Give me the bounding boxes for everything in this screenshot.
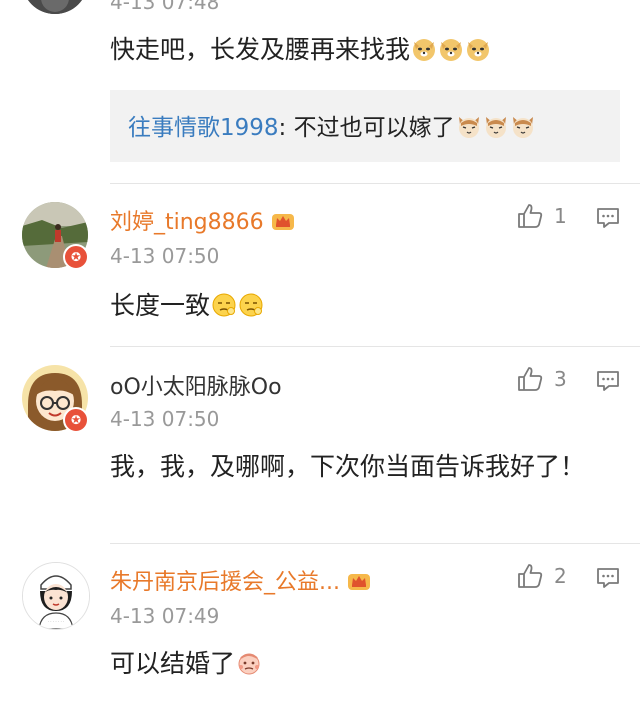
like-button[interactable]: 2 [516,562,567,590]
like-count: 3 [554,367,567,391]
reply-comment-icon[interactable] [596,206,620,230]
username[interactable]: oO小太阳脉脉Oo [110,369,282,401]
doge-emoji-icon [467,39,490,61]
like-button[interactable]: 3 [516,365,567,393]
verified-badge-icon: ✪ [63,244,89,270]
comment-item: ✪ oO小太阳脉脉Oo 4-13 07:50 3 我，我，及哪啊，下次你当面告诉… [0,347,640,544]
like-button[interactable]: 1 [516,202,567,230]
username[interactable]: 刘婷_ting8866 [110,204,296,236]
vip-crown-icon [271,214,294,230]
like-count: 2 [554,564,567,588]
like-count: 1 [554,204,567,228]
bored-emoji-icon [239,293,263,317]
comment-time: 4-13 07:48 [110,0,220,14]
comment-text-content: 长度一致 [110,291,211,320]
cat-emoji-icon [485,117,506,138]
reply-username[interactable]: 往事情歌1998 [128,115,279,141]
comment-text-content: 快走吧，长发及腰再来找我 [110,35,411,64]
thumbs-up-icon [518,564,543,588]
vip-crown-icon [347,574,370,590]
bored-emoji-icon [212,293,236,317]
svg-text:· · · · · · ·: · · · · · · · [48,619,65,624]
comment-text: 可以结婚了 [110,644,610,684]
comment-item: · · · · · · · 朱丹南京后援会_公益... 4-13 07:49 2… [0,544,640,702]
comment-time: 4-13 07:50 [110,407,220,431]
comment-item: ✪ 刘婷_ting8866 4-13 07:50 1 长度一致 [0,184,640,346]
comment-text: 快走吧，长发及腰再来找我 [110,30,610,70]
reply-comment-icon[interactable] [596,369,620,393]
thumbs-up-icon [518,204,543,228]
verified-badge-icon: ✪ [63,407,89,433]
username[interactable]: 朱丹南京后援会_公益... [110,564,372,596]
comment-text: 长度一致 [110,286,610,326]
comment-text-content: 可以结婚了 [110,649,236,678]
username-text[interactable]: 朱丹南京后援会_公益... [110,570,340,595]
doge-emoji-icon [440,39,463,61]
cat-emoji-icon [458,117,479,138]
reply-quote[interactable]: 往事情歌1998: 不过也可以嫁了 [110,90,620,162]
username-text[interactable]: oO小太阳脉脉Oo [110,375,282,400]
avatar[interactable] [22,0,88,14]
avatar[interactable]: · · · · · · · [22,562,90,630]
doge-emoji-icon [413,39,436,61]
comment-time: 4-13 07:50 [110,244,220,268]
reply-line: 往事情歌1998: 不过也可以嫁了 [128,108,536,142]
reply-comment-icon[interactable] [596,566,620,590]
comment-time: 4-13 07:49 [110,604,220,628]
comment-text: 我，我，及哪啊，下次你当面告诉我好了！ [110,452,586,481]
comment-top: 4-13 07:48 快走吧，长发及腰再来找我 往事情歌1998: 不过也可以嫁… [0,0,640,184]
username-text[interactable]: 刘婷_ting8866 [110,210,264,235]
thumbs-up-icon [518,367,543,391]
cat-emoji-icon [512,117,533,138]
sick-emoji-icon [238,653,260,675]
reply-text: 不过也可以嫁了 [286,115,455,141]
